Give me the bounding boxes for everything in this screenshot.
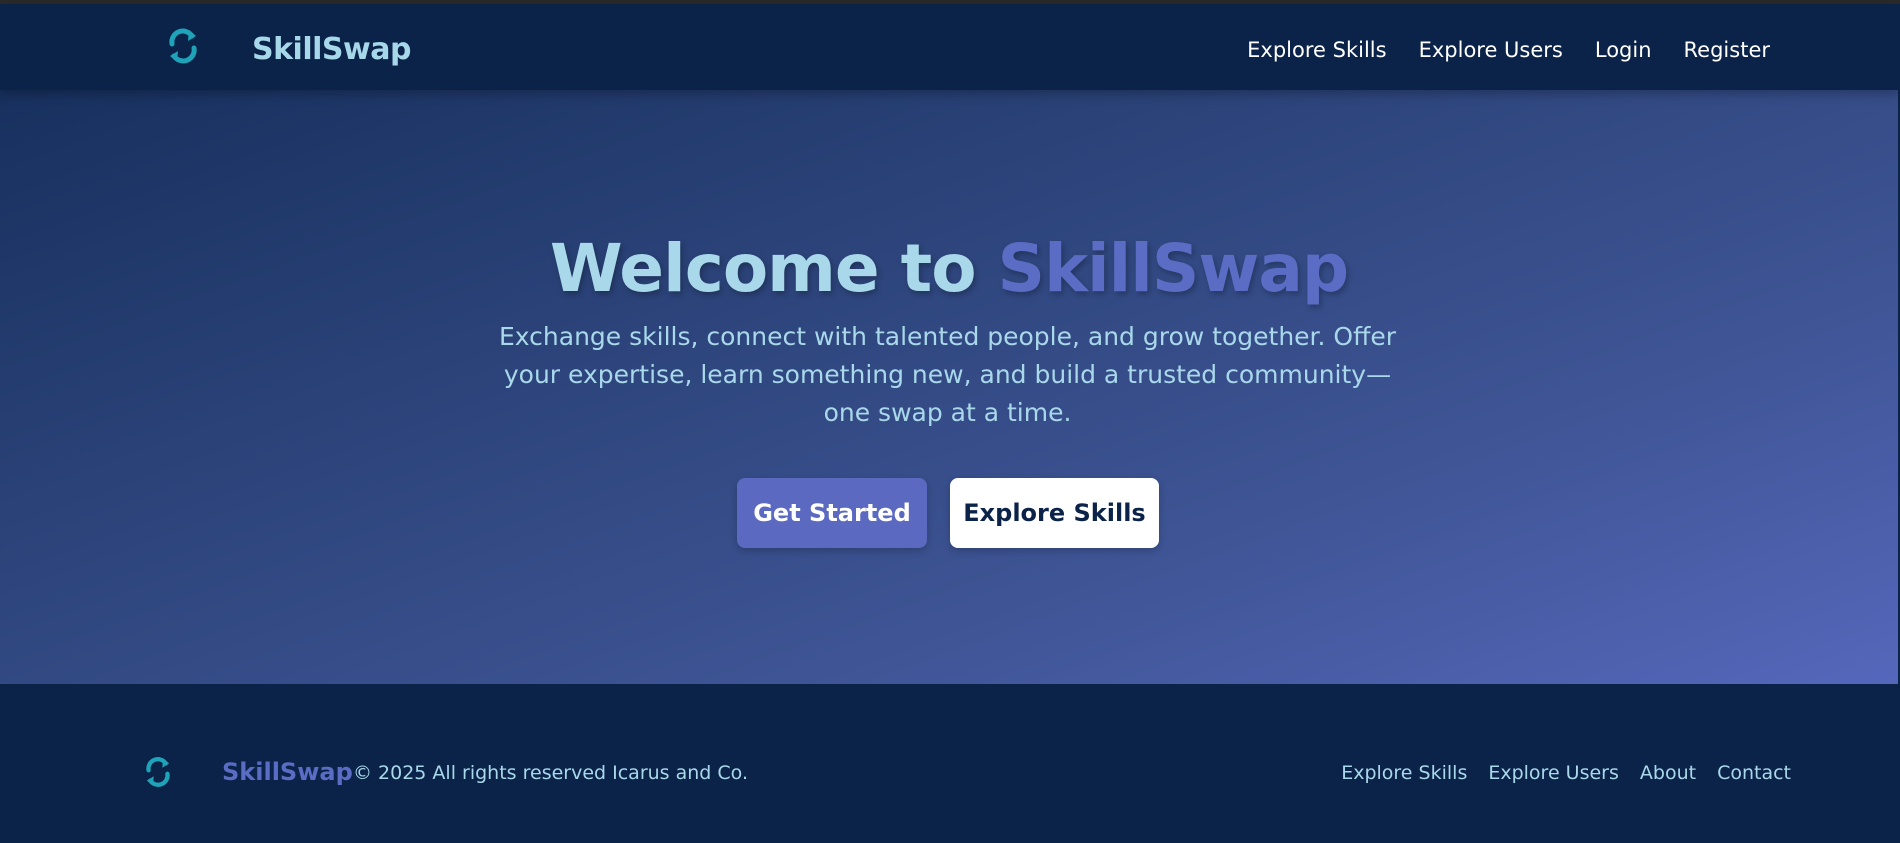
hero-title-prefix: Welcome to bbox=[549, 230, 998, 307]
footer: SkillSwap © 2025 All rights reserved Ica… bbox=[0, 684, 1900, 843]
hero-section: Welcome to SkillSwap Exchange skills, co… bbox=[0, 90, 1898, 684]
get-started-button[interactable]: Get Started bbox=[737, 478, 927, 548]
main-nav: Explore Skills Explore Users Login Regis… bbox=[1247, 38, 1770, 62]
hero-description: Exchange skills, connect with talented p… bbox=[499, 322, 1396, 427]
nav-explore-users[interactable]: Explore Users bbox=[1419, 38, 1563, 62]
footer-link-contact[interactable]: Contact bbox=[1717, 762, 1791, 784]
footer-brand-name: SkillSwap bbox=[222, 758, 353, 786]
nav-register[interactable]: Register bbox=[1684, 38, 1770, 62]
explore-skills-button[interactable]: Explore Skills bbox=[950, 478, 1159, 548]
nav-login[interactable]: Login bbox=[1595, 38, 1652, 62]
footer-nav: Explore Skills Explore Users About Conta… bbox=[1341, 762, 1791, 784]
top-navbar: SkillSwap Explore Skills Explore Users L… bbox=[0, 4, 1900, 90]
app-window: SkillSwap Explore Skills Explore Users L… bbox=[0, 0, 1900, 843]
brand-name[interactable]: SkillSwap bbox=[252, 32, 411, 67]
copyright-text: © 2025 All rights reserved Icarus and Co… bbox=[353, 762, 748, 784]
footer-link-explore-users[interactable]: Explore Users bbox=[1488, 762, 1619, 784]
hero-title-accent: SkillSwap bbox=[997, 230, 1350, 307]
footer-link-about[interactable]: About bbox=[1640, 762, 1696, 784]
nav-explore-skills[interactable]: Explore Skills bbox=[1247, 38, 1386, 62]
swap-arrows-icon bbox=[146, 757, 170, 787]
hero-title: Welcome to SkillSwap bbox=[0, 230, 1898, 307]
footer-link-explore-skills[interactable]: Explore Skills bbox=[1341, 762, 1467, 784]
swap-arrows-icon[interactable] bbox=[162, 26, 204, 66]
